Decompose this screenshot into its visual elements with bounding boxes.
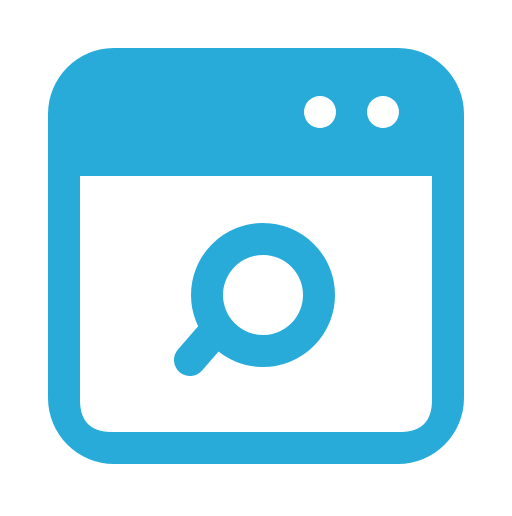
magnifying-glass-handle <box>174 321 226 376</box>
window-dot-icon <box>367 96 399 128</box>
window-content-area <box>80 176 432 432</box>
browser-search-icon <box>0 0 512 512</box>
browser-search-icon-graphic <box>48 48 464 464</box>
window-dot-icon <box>304 96 336 128</box>
